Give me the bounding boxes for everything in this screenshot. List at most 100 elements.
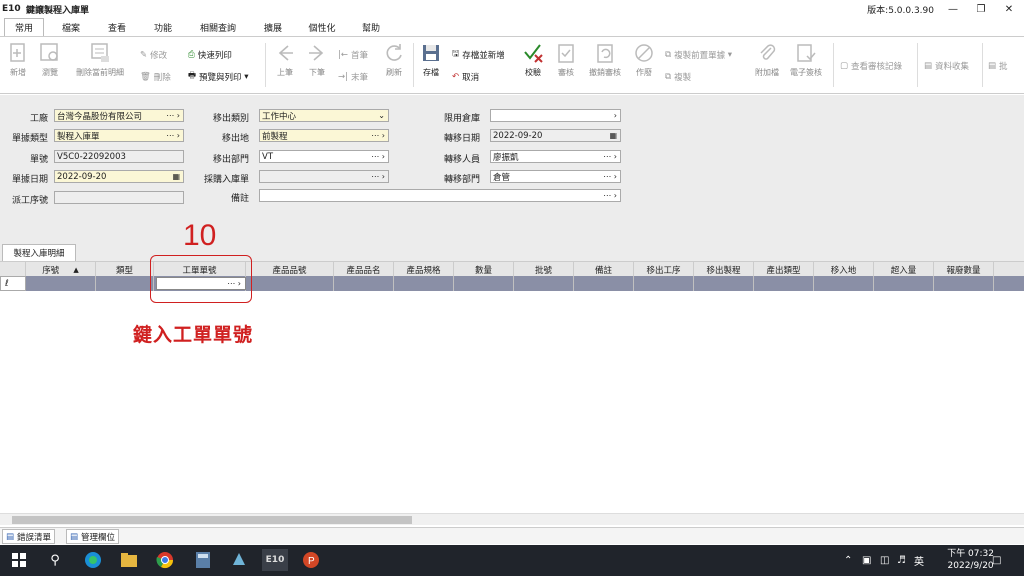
cell-move-out-operation[interactable] <box>634 276 694 291</box>
unapprove-button[interactable]: 撤銷審核 <box>589 41 621 78</box>
next-button[interactable]: 下筆 <box>302 41 332 78</box>
taskbar-clock[interactable]: 下午 07:32 2022/9/20 <box>947 548 994 572</box>
col-remark[interactable]: 備註 <box>574 262 634 277</box>
delete-button[interactable]: 🗑 刪除 <box>140 69 171 85</box>
new-button[interactable]: 新增 <box>3 41 33 78</box>
chevron-right-icon[interactable]: › <box>614 111 620 120</box>
col-scrap-qty[interactable]: 報廢數量 <box>934 262 994 277</box>
ime-indicator[interactable]: 英 <box>914 545 924 576</box>
cell-seq[interactable] <box>26 276 96 291</box>
lookup-more-icon[interactable]: ⋯ › <box>603 172 620 181</box>
col-output-type[interactable]: 產出類型 <box>754 262 814 277</box>
lookup-more-icon[interactable]: ⋯ › <box>603 191 620 200</box>
first-button[interactable]: |← 首筆 <box>338 47 368 63</box>
notes-app-icon[interactable] <box>228 549 250 571</box>
esign-button[interactable]: 電子簽核 <box>790 41 822 78</box>
transfer-dept-field[interactable]: 倉管 ⋯ › <box>490 170 621 183</box>
e10-app-icon[interactable]: E10 <box>262 549 288 571</box>
col-move-in-place[interactable]: 移入地 <box>814 262 874 277</box>
lookup-more-icon[interactable]: ⋯ › <box>371 131 388 140</box>
refresh-button[interactable]: 刷新 <box>379 41 409 78</box>
calendar-icon[interactable]: ▦ <box>609 131 620 140</box>
move-out-type-select[interactable]: 工作中心 ⌄ <box>259 109 389 122</box>
restore-button[interactable]: ❐ <box>968 0 994 18</box>
save-and-new-button[interactable]: 🖫 存檔並新增 <box>452 47 505 63</box>
lookup-more-icon[interactable]: ⋯ › <box>371 152 388 161</box>
void-button[interactable]: 作廢 <box>629 41 659 78</box>
tray-display-icon[interactable]: ◫ <box>880 545 889 576</box>
data-collect-button[interactable]: ▤ 資料收集 <box>924 58 969 74</box>
cell-quantity[interactable] <box>454 276 514 291</box>
cell-product-spec[interactable] <box>394 276 454 291</box>
tab-management-fields[interactable]: ▤ 管理欄位 <box>66 529 120 544</box>
minimize-button[interactable]: — <box>940 0 966 18</box>
approve-button[interactable]: 審核 <box>551 41 581 78</box>
view-audit-button[interactable]: ▢ 查看審核記錄 <box>840 58 902 74</box>
cell-move-out-process[interactable] <box>694 276 754 291</box>
copy-button[interactable]: ⧉ 複製 <box>665 69 691 85</box>
file-explorer-icon[interactable] <box>118 549 140 571</box>
lookup-more-icon[interactable]: ⋯ › <box>166 111 183 120</box>
tab-view[interactable]: 查看 <box>98 19 136 36</box>
delete-current-detail-button[interactable]: 刪除當前明細 <box>76 41 124 78</box>
cell-lot-no[interactable] <box>514 276 574 291</box>
tab-common[interactable]: 常用 <box>4 18 44 36</box>
last-button[interactable]: →| 末筆 <box>338 69 368 85</box>
cell-move-in-place[interactable] <box>814 276 874 291</box>
col-move-out-operation[interactable]: 移出工序 <box>634 262 694 277</box>
lookup-more-icon[interactable]: ⋯ › <box>603 152 620 161</box>
tray-chevron-up-icon[interactable]: ⌃ <box>844 545 852 576</box>
tab-file[interactable]: 檔案 <box>52 19 90 36</box>
lookup-more-icon[interactable]: ⋯ › <box>371 172 388 181</box>
verify-button[interactable]: 校驗 <box>518 41 548 78</box>
edge-browser-icon[interactable] <box>82 549 104 571</box>
tab-personalize[interactable]: 個性化 <box>300 19 344 36</box>
col-product-name[interactable]: 產品品名 <box>334 262 394 277</box>
more-button[interactable]: ▤ 批 <box>988 58 1008 74</box>
tray-network-icon[interactable]: ▣ <box>862 545 871 576</box>
cell-scrap-qty[interactable] <box>934 276 994 291</box>
cell-type[interactable] <box>96 276 154 291</box>
transfer-date-field[interactable]: 2022-09-20 ▦ <box>490 129 621 142</box>
save-button[interactable]: 存檔 <box>416 41 446 78</box>
calculator-icon[interactable] <box>192 549 214 571</box>
remark-field[interactable]: ⋯ › <box>259 189 621 202</box>
doc-no-field[interactable]: V5C0-22092003 <box>54 150 184 163</box>
doc-type-field[interactable]: 製程入庫單 ⋯ › <box>54 129 184 142</box>
move-out-dept-field[interactable]: VT ⋯ › <box>259 150 389 163</box>
tab-extension[interactable]: 擴展 <box>254 19 292 36</box>
dispatch-seq-field[interactable] <box>54 191 184 204</box>
browse-button[interactable]: 瀏覽 <box>35 41 65 78</box>
calendar-icon[interactable]: ▦ <box>172 172 183 181</box>
col-seq[interactable]: 序號 ▲ <box>26 262 96 277</box>
powerpoint-icon[interactable]: P <box>300 549 322 571</box>
cancel-button[interactable]: ↶ 取消 <box>452 69 479 85</box>
col-lot-no[interactable]: 批號 <box>514 262 574 277</box>
cell-product-no[interactable] <box>246 276 334 291</box>
move-out-place-field[interactable]: 前製程 ⋯ › <box>259 129 389 142</box>
quick-print-button[interactable]: ⎙ 快速列印 <box>188 47 232 63</box>
scrollbar-thumb[interactable] <box>12 516 412 524</box>
lookup-more-icon[interactable]: ⋯ › <box>166 131 183 140</box>
prev-button[interactable]: 上筆 <box>270 41 300 78</box>
col-quantity[interactable]: 數量 <box>454 262 514 277</box>
col-move-out-process[interactable]: 移出製程 <box>694 262 754 277</box>
cell-output-type[interactable] <box>754 276 814 291</box>
tray-volume-icon[interactable]: ♬ <box>897 545 906 576</box>
transfer-person-field[interactable]: 廖振凱 ⋯ › <box>490 150 621 163</box>
chrome-icon[interactable] <box>154 549 176 571</box>
horizontal-scrollbar[interactable] <box>0 513 1024 525</box>
cell-product-name[interactable] <box>334 276 394 291</box>
chevron-down-icon[interactable]: ⌄ <box>378 111 388 120</box>
attachment-button[interactable]: 附加檔 <box>752 41 782 78</box>
tab-related-query[interactable]: 相關查詢 <box>190 19 246 36</box>
col-type[interactable]: 類型 <box>96 262 154 277</box>
modify-button[interactable]: ✎ 修改 <box>140 47 167 63</box>
preview-print-button[interactable]: 🖶 預覽與列印 ▾ <box>188 69 249 85</box>
purchase-receipt-field[interactable]: ⋯ › <box>259 170 389 183</box>
cell-remark[interactable] <box>574 276 634 291</box>
tab-detail[interactable]: 製程入庫明細 <box>2 244 76 261</box>
copy-prev-doc-button[interactable]: ⧉ 複製前置單據 ▾ <box>665 47 732 63</box>
cell-over-receipt-qty[interactable] <box>874 276 934 291</box>
col-product-no[interactable]: 產品品號 <box>246 262 334 277</box>
